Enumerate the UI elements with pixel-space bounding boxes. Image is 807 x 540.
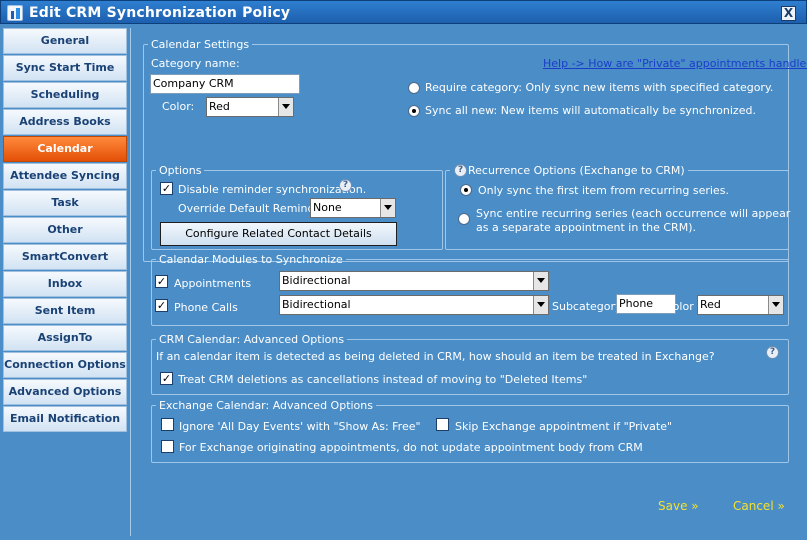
sidebar-item-scheduling[interactable]: Scheduling xyxy=(3,82,127,108)
category-color-select[interactable]: Red xyxy=(206,97,294,117)
phone-calls-direction-value: Bidirectional xyxy=(282,298,351,311)
private-appointments-help-link[interactable]: Help -> How are "Private" appointments h… xyxy=(543,57,807,70)
subcategory-label: Subcategory: xyxy=(552,300,625,313)
entire-series-label-line1: Sync entire recurring series (each occur… xyxy=(476,207,791,220)
chevron-down-icon xyxy=(768,296,783,314)
close-button[interactable]: X xyxy=(781,6,796,21)
sidebar-item-sent-item[interactable]: Sent Item xyxy=(3,298,127,324)
disable-reminder-label: Disable reminder synchronization. xyxy=(178,183,367,196)
sync-all-new-radio[interactable] xyxy=(408,105,420,117)
sidebar-item-task[interactable]: Task xyxy=(3,190,127,216)
options-legend: Options xyxy=(159,164,202,177)
entire-series-label-line2: as a separate appointment in the CRM). xyxy=(476,221,696,234)
ignore-all-day-checkbox[interactable] xyxy=(161,418,174,431)
treat-deletions-label: Treat CRM deletions as cancellations ins… xyxy=(178,373,588,386)
require-category-label: Require category: Only sync new items wi… xyxy=(425,81,774,94)
entire-series-radio[interactable] xyxy=(458,213,470,225)
phone-calls-checkbox[interactable]: ✓ xyxy=(155,299,168,312)
sidebar-item-inbox[interactable]: Inbox xyxy=(3,271,127,297)
no-update-body-checkbox[interactable] xyxy=(161,440,174,453)
sync-all-new-label: Sync all new: New items will automatical… xyxy=(425,104,756,117)
save-button[interactable]: Save » xyxy=(658,499,699,513)
first-item-only-label: Only sync the first item from recurring … xyxy=(478,184,729,197)
sidebar-item-assignto[interactable]: AssignTo xyxy=(3,325,127,351)
override-reminder-value: None xyxy=(313,201,342,214)
calendar-settings-legend: Calendar Settings xyxy=(151,38,250,51)
chevron-down-icon xyxy=(278,98,293,116)
sidebar-item-email-notification[interactable]: Email Notification xyxy=(3,406,127,432)
sidebar-item-advanced-options[interactable]: Advanced Options xyxy=(3,379,127,405)
first-item-only-radio[interactable] xyxy=(460,184,472,196)
require-category-radio[interactable] xyxy=(408,82,420,94)
category-color-value: Red xyxy=(209,100,230,113)
skip-private-label: Skip Exchange appointment if "Private" xyxy=(455,420,673,433)
appointments-direction-value: Bidirectional xyxy=(282,274,351,287)
sidebar-item-general[interactable]: General xyxy=(3,28,127,54)
main-panel: Calendar Settings Category name: Company… xyxy=(130,28,807,536)
phone-color-value: Red xyxy=(700,298,721,311)
no-update-body-label: For Exchange originating appointments, d… xyxy=(179,441,643,454)
configure-contact-details-button[interactable]: Configure Related Contact Details xyxy=(160,222,397,246)
phone-color-label: Color xyxy=(665,300,694,313)
color-label: Color: xyxy=(162,100,195,113)
chevron-down-icon xyxy=(380,199,395,217)
appointments-direction-select[interactable]: Bidirectional xyxy=(279,271,549,291)
sidebar-item-attendee-syncing[interactable]: Attendee Syncing xyxy=(3,163,127,189)
disable-reminder-checkbox[interactable]: ✓ xyxy=(160,182,173,195)
ignore-all-day-label: Ignore 'All Day Events' with "Show As: F… xyxy=(179,420,421,433)
reminder-help-icon[interactable]: ? xyxy=(339,179,352,192)
sidebar-nav: General Sync Start Time Scheduling Addre… xyxy=(3,28,127,433)
phone-color-select[interactable]: Red xyxy=(697,295,784,315)
phone-calls-direction-select[interactable]: Bidirectional xyxy=(279,295,549,315)
appointments-checkbox[interactable]: ✓ xyxy=(155,275,168,288)
exchange-advanced-legend: Exchange Calendar: Advanced Options xyxy=(159,399,373,412)
sidebar-item-address-books[interactable]: Address Books xyxy=(3,109,127,135)
window-title: Edit CRM Synchronization Policy xyxy=(29,5,291,21)
sidebar-item-calendar[interactable]: Calendar xyxy=(3,136,127,162)
calendar-modules-legend: Calendar Modules to Synchronize xyxy=(159,253,343,266)
override-reminder-label: Override Default Reminder xyxy=(178,202,326,215)
sidebar-item-connection-options[interactable]: Connection Options xyxy=(3,352,127,378)
override-reminder-select[interactable]: None xyxy=(310,198,396,218)
chevron-down-icon xyxy=(533,272,548,290)
recurrence-legend: Recurrence Options (Exchange to CRM) xyxy=(468,164,685,177)
chevron-down-icon xyxy=(533,296,548,314)
phone-calls-label: Phone Calls xyxy=(174,301,238,314)
appointments-label: Appointments xyxy=(174,277,252,290)
crm-deletion-description: If an calendar item is detected as being… xyxy=(156,350,715,363)
recurrence-help-icon[interactable]: ? xyxy=(454,164,467,177)
sidebar-item-smartconvert[interactable]: SmartConvert xyxy=(3,244,127,270)
treat-deletions-checkbox[interactable]: ✓ xyxy=(160,372,173,385)
sidebar-item-other[interactable]: Other xyxy=(3,217,127,243)
category-name-input[interactable]: Company CRM xyxy=(150,74,300,94)
title-bar: Edit CRM Synchronization Policy X xyxy=(0,0,807,24)
app-logo-icon xyxy=(7,5,23,21)
sidebar-item-sync-start-time[interactable]: Sync Start Time xyxy=(3,55,127,81)
crm-advanced-help-icon[interactable]: ? xyxy=(766,346,779,359)
cancel-button[interactable]: Cancel » xyxy=(733,499,785,513)
crm-advanced-legend: CRM Calendar: Advanced Options xyxy=(159,333,345,346)
category-name-label: Category name: xyxy=(151,57,240,70)
skip-private-checkbox[interactable] xyxy=(436,418,449,431)
